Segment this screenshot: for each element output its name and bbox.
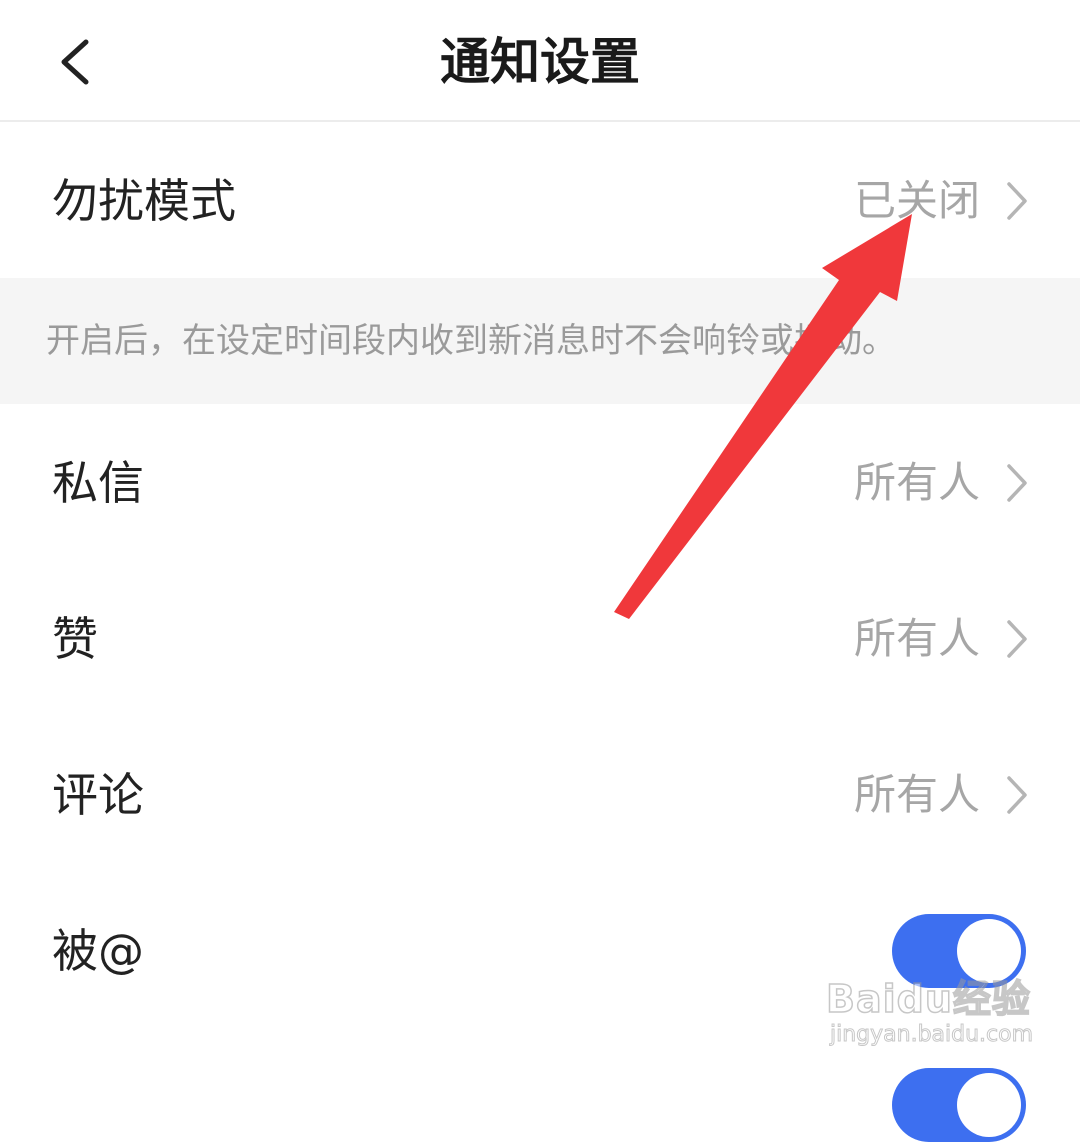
navigation-bar: 通知设置 [0, 0, 1080, 122]
next-toggle-partial[interactable] [892, 1068, 1026, 1142]
dnd-mode-value: 已关闭 [853, 176, 980, 225]
private-message-label: 私信 [52, 456, 144, 510]
chevron-right-icon [1007, 464, 1027, 502]
watermark-sub-text: jingyan.baidu.com [829, 1022, 1034, 1048]
likes-label: 赞 [52, 612, 98, 666]
likes-value: 所有人 [853, 614, 980, 663]
chevron-right-icon [1007, 776, 1027, 814]
dnd-hint-text: 开启后，在设定时间段内收到新消息时不会响铃或振动。 [46, 321, 896, 361]
private-message-value: 所有人 [853, 458, 980, 507]
toggle-knob [957, 1073, 1021, 1137]
comments-row[interactable]: 评论 所有人 [0, 720, 1080, 870]
chevron-right-icon [1007, 182, 1027, 220]
likes-row[interactable]: 赞 所有人 [0, 564, 1080, 714]
private-message-row[interactable]: 私信 所有人 [0, 408, 1080, 558]
comments-label: 评论 [52, 768, 144, 822]
page-title: 通知设置 [440, 33, 640, 91]
dnd-mode-label: 勿扰模式 [52, 174, 236, 228]
dnd-hint-section: 开启后，在设定时间段内收到新消息时不会响铃或振动。 [0, 278, 1080, 404]
dnd-mode-row[interactable]: 勿扰模式 已关闭 [0, 126, 1080, 276]
watermark-main-text: Baidu经验 [825, 976, 1031, 1022]
baidu-watermark: Baidu经验 jingyan.baidu.com [825, 960, 1066, 1060]
mentions-label: 被@ [52, 924, 144, 978]
chevron-right-icon [1007, 620, 1027, 658]
comments-value: 所有人 [853, 770, 980, 819]
